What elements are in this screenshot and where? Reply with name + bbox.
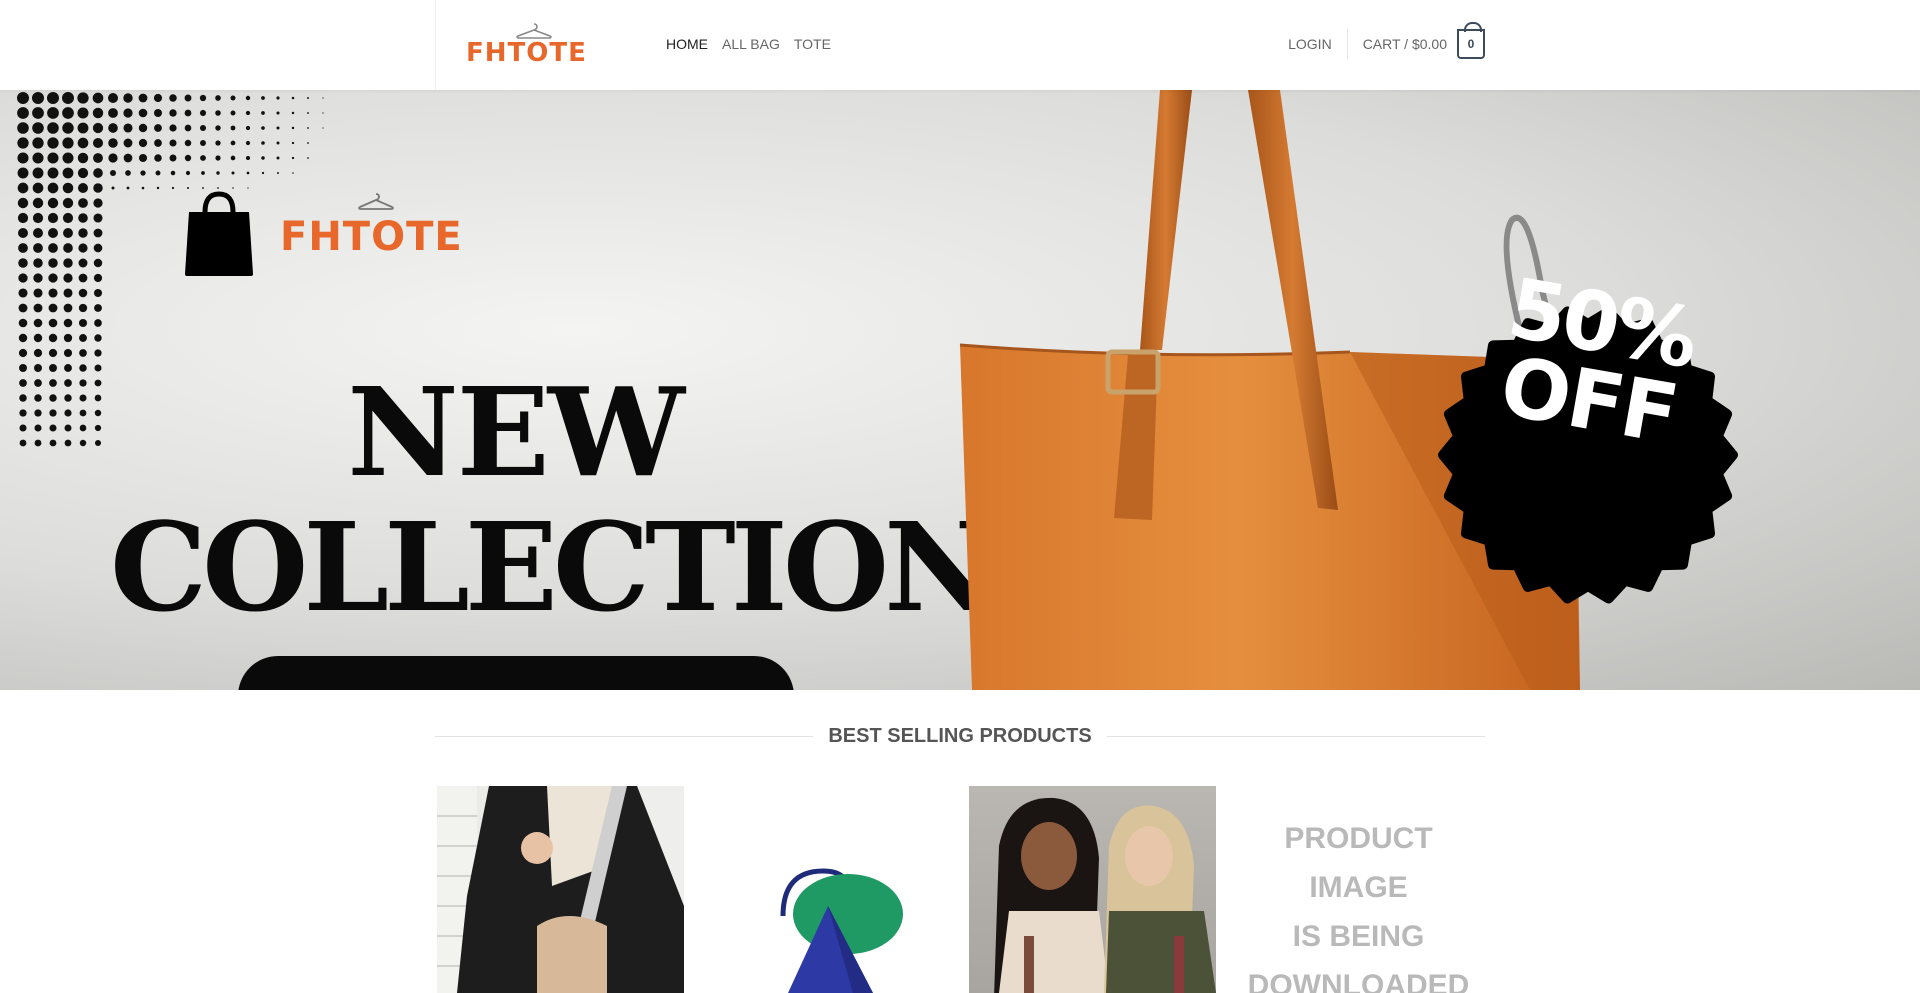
- nav-home[interactable]: HOME: [666, 36, 708, 52]
- product-card-2[interactable]: [703, 786, 950, 993]
- hero-headline-new: NEW: [347, 360, 685, 504]
- placeholder-line-1: PRODUCT: [1284, 822, 1433, 855]
- shopping-bag-icon: [185, 191, 253, 276]
- cart-link[interactable]: CART / $0.00: [1348, 36, 1447, 52]
- hero-headline-collection: COLLECTION: [110, 495, 996, 639]
- logo-text: FHTOTE: [466, 38, 587, 68]
- product-card-3[interactable]: [969, 786, 1216, 993]
- heading-divider-left: [435, 735, 814, 737]
- woman-blazer-crossbody-bag-image: [437, 786, 684, 993]
- main-nav: HOME ALL BAG TOTE: [666, 36, 831, 52]
- two-women-bags-image: [994, 797, 1216, 993]
- hero-logo-text: FHTOTE: [280, 214, 463, 260]
- sale-badge-text: 50% OFF: [1468, 261, 1722, 463]
- placeholder-line-2: IMAGE: [1309, 871, 1408, 904]
- nav-tote[interactable]: TOTE: [794, 36, 831, 52]
- placeholder-line-4: DOWNLOADED: [1247, 969, 1470, 993]
- nav-all-bag[interactable]: ALL BAG: [722, 36, 780, 52]
- site-header: FHTOTE HOME ALL BAG TOTE LOGIN CART / $0…: [0, 0, 1920, 90]
- hanger-icon: [358, 193, 394, 210]
- best-selling-heading: BEST SELLING PRODUCTS: [435, 724, 1486, 748]
- best-selling-title: BEST SELLING PRODUCTS: [828, 724, 1092, 747]
- account-nav: LOGIN CART / $0.00 0: [1288, 22, 1485, 62]
- placeholder-line-3: IS BEING: [1292, 920, 1425, 953]
- cart-count-badge[interactable]: 0: [1457, 22, 1485, 59]
- blue-green-bag-image: [780, 868, 903, 993]
- image-loading-placeholder: PRODUCT IMAGE IS BEING DOWNLOADED: [1235, 814, 1482, 993]
- header-inner: FHTOTE HOME ALL BAG TOTE LOGIN CART / $0…: [435, 0, 1485, 90]
- site-logo[interactable]: FHTOTE: [466, 22, 606, 68]
- product-card-1[interactable]: [437, 786, 684, 993]
- product-card-4[interactable]: PRODUCT IMAGE IS BEING DOWNLOADED: [1235, 786, 1482, 993]
- heading-divider-right: [1106, 735, 1486, 737]
- hero-banner[interactable]: FHTOTE NEW COLLECTION 50% OFF: [0, 90, 1920, 690]
- login-link[interactable]: LOGIN: [1288, 29, 1348, 59]
- hero-cta-button[interactable]: [238, 656, 794, 690]
